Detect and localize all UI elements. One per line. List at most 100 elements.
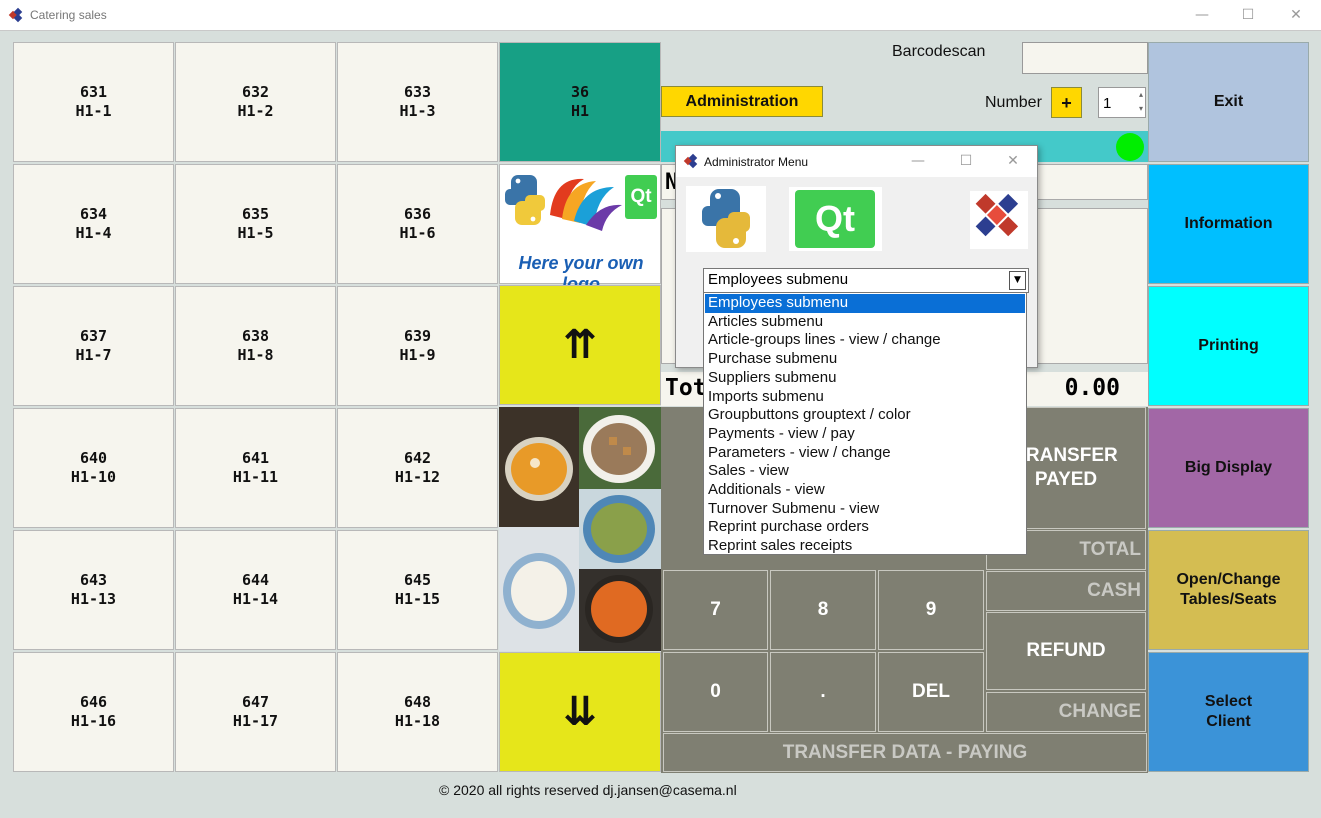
- table-number: 646: [79, 693, 108, 711]
- close-icon[interactable]: ✕: [1284, 4, 1308, 26]
- submenu-option[interactable]: Sales - view: [705, 462, 1025, 481]
- chevron-down-icon[interactable]: ▼: [1009, 271, 1026, 290]
- number-plus-button[interactable]: +: [1051, 87, 1082, 118]
- group-button[interactable]: 36 H1: [499, 42, 661, 162]
- table-name: H1-6: [399, 224, 436, 242]
- table-name: H1-7: [75, 346, 112, 364]
- barcodescan-input[interactable]: [1022, 42, 1148, 74]
- table-name: H1-16: [70, 712, 117, 730]
- dialog-app-logo: [970, 191, 1028, 249]
- table-number: 639: [403, 327, 432, 345]
- exit-button[interactable]: Exit: [1148, 42, 1309, 162]
- number-spinbox[interactable]: 1 ▴ ▾: [1098, 87, 1146, 118]
- spin-down-icon[interactable]: ▾: [1139, 104, 1143, 113]
- table-tile[interactable]: 636 H1-6: [337, 164, 498, 284]
- table-name: H1-2: [237, 102, 274, 120]
- table-tile[interactable]: 640 H1-10: [13, 408, 174, 528]
- table-tile[interactable]: 646 H1-16: [13, 652, 174, 772]
- table-tile[interactable]: 634 H1-4: [13, 164, 174, 284]
- table-name: H1-17: [232, 712, 279, 730]
- dialog-app-icon: [683, 153, 698, 169]
- table-tile[interactable]: 641 H1-11: [175, 408, 336, 528]
- submenu-select[interactable]: Employees submenu ▼: [703, 268, 1029, 293]
- key-dot[interactable]: .: [770, 652, 876, 732]
- key-0[interactable]: 0: [663, 652, 768, 732]
- table-tile[interactable]: 639 H1-9: [337, 286, 498, 406]
- table-name: H1-4: [75, 224, 112, 242]
- table-name: H1-13: [70, 590, 117, 608]
- key-8[interactable]: 8: [770, 570, 876, 650]
- scroll-up-button[interactable]: ⇈: [499, 285, 661, 405]
- submenu-select-value: Employees submenu: [708, 271, 849, 288]
- cash-display: CASH: [986, 571, 1146, 611]
- table-tile[interactable]: 632 H1-2: [175, 42, 336, 162]
- printing-button[interactable]: Printing: [1148, 286, 1309, 406]
- select-client-button[interactable]: Select Client: [1148, 652, 1309, 772]
- refund-button[interactable]: REFUND: [986, 612, 1146, 690]
- table-tile[interactable]: 631 H1-1: [13, 42, 174, 162]
- copyright-text: © 2020 all rights reserved dj.jansen@cas…: [439, 782, 737, 798]
- submenu-option[interactable]: Additionals - view: [705, 481, 1025, 500]
- status-indicator: [1116, 133, 1144, 161]
- swirl-logo-icon: [550, 178, 622, 231]
- submenu-option[interactable]: Article-groups lines - view / change: [705, 331, 1025, 350]
- scroll-down-button[interactable]: ⇊: [499, 652, 661, 772]
- transfer-data-paying-button[interactable]: TRANSFER DATA - PAYING: [663, 733, 1147, 772]
- submenu-option[interactable]: Groupbuttons grouptext / color: [705, 406, 1025, 425]
- key-9[interactable]: 9: [878, 570, 984, 650]
- table-tile[interactable]: 643 H1-13: [13, 530, 174, 650]
- barcodescan-label: Barcodescan: [892, 43, 986, 60]
- table-number: 632: [241, 83, 270, 101]
- app-icon: [8, 7, 23, 23]
- submenu-option[interactable]: Turnover Submenu - view: [705, 500, 1025, 519]
- submenu-option[interactable]: Imports submenu: [705, 388, 1025, 407]
- key-del[interactable]: DEL: [878, 652, 984, 732]
- table-name: H1-18: [394, 712, 441, 730]
- select-client-label: Select Client: [1204, 693, 1253, 730]
- dialog-minimize-icon[interactable]: —: [906, 150, 930, 172]
- submenu-option[interactable]: Articles submenu: [705, 313, 1025, 332]
- table-tile[interactable]: 645 H1-15: [337, 530, 498, 650]
- table-tile[interactable]: 642 H1-12: [337, 408, 498, 528]
- key-7[interactable]: 7: [663, 570, 768, 650]
- dialog-qt-logo: Qt: [789, 187, 882, 251]
- table-number: 637: [79, 327, 108, 345]
- minimize-icon[interactable]: —: [1190, 4, 1214, 26]
- submenu-option[interactable]: Purchase submenu: [705, 350, 1025, 369]
- total-label: Tot: [665, 375, 707, 401]
- python-icon: [702, 189, 750, 248]
- submenu-option[interactable]: Reprint sales receipts: [705, 537, 1025, 556]
- table-tile[interactable]: 647 H1-17: [175, 652, 336, 772]
- table-tile[interactable]: 648 H1-18: [337, 652, 498, 772]
- table-name: H1-10: [70, 468, 117, 486]
- dialog-titlebar: Administrator Menu — ☐ ✕: [676, 146, 1037, 177]
- number-value: 1: [1103, 95, 1112, 112]
- submenu-option[interactable]: Parameters - view / change: [705, 444, 1025, 463]
- table-name: H1-12: [394, 468, 441, 486]
- table-tile[interactable]: 637 H1-7: [13, 286, 174, 406]
- window-titlebar: Catering sales — ☐ ✕: [0, 0, 1321, 31]
- table-tile[interactable]: 633 H1-3: [337, 42, 498, 162]
- table-number: 638: [241, 327, 270, 345]
- maximize-icon[interactable]: ☐: [1236, 4, 1260, 26]
- table-name: H1-3: [399, 102, 436, 120]
- administration-button[interactable]: Administration: [661, 86, 823, 117]
- information-button[interactable]: Information: [1148, 164, 1309, 284]
- submenu-option[interactable]: Employees submenu: [705, 294, 1025, 313]
- big-display-button[interactable]: Big Display: [1148, 408, 1309, 528]
- dialog-maximize-icon[interactable]: ☐: [954, 150, 978, 172]
- window-title: Catering sales: [30, 8, 107, 22]
- submenu-option[interactable]: Reprint purchase orders: [705, 518, 1025, 537]
- table-tile[interactable]: 635 H1-5: [175, 164, 336, 284]
- submenu-option[interactable]: Payments - view / pay: [705, 425, 1025, 444]
- table-number: 633: [403, 83, 432, 101]
- submenu-option[interactable]: Suppliers submenu: [705, 369, 1025, 388]
- open-change-tables-button[interactable]: Open/Change Tables/Seats: [1148, 530, 1309, 650]
- table-tile[interactable]: 638 H1-8: [175, 286, 336, 406]
- table-tile[interactable]: 644 H1-14: [175, 530, 336, 650]
- python-logo-icon: [505, 175, 545, 225]
- soup-photos-image: [499, 407, 661, 651]
- table-number: 636: [403, 205, 432, 223]
- spin-up-icon[interactable]: ▴: [1139, 90, 1143, 99]
- dialog-close-icon[interactable]: ✕: [1001, 150, 1025, 172]
